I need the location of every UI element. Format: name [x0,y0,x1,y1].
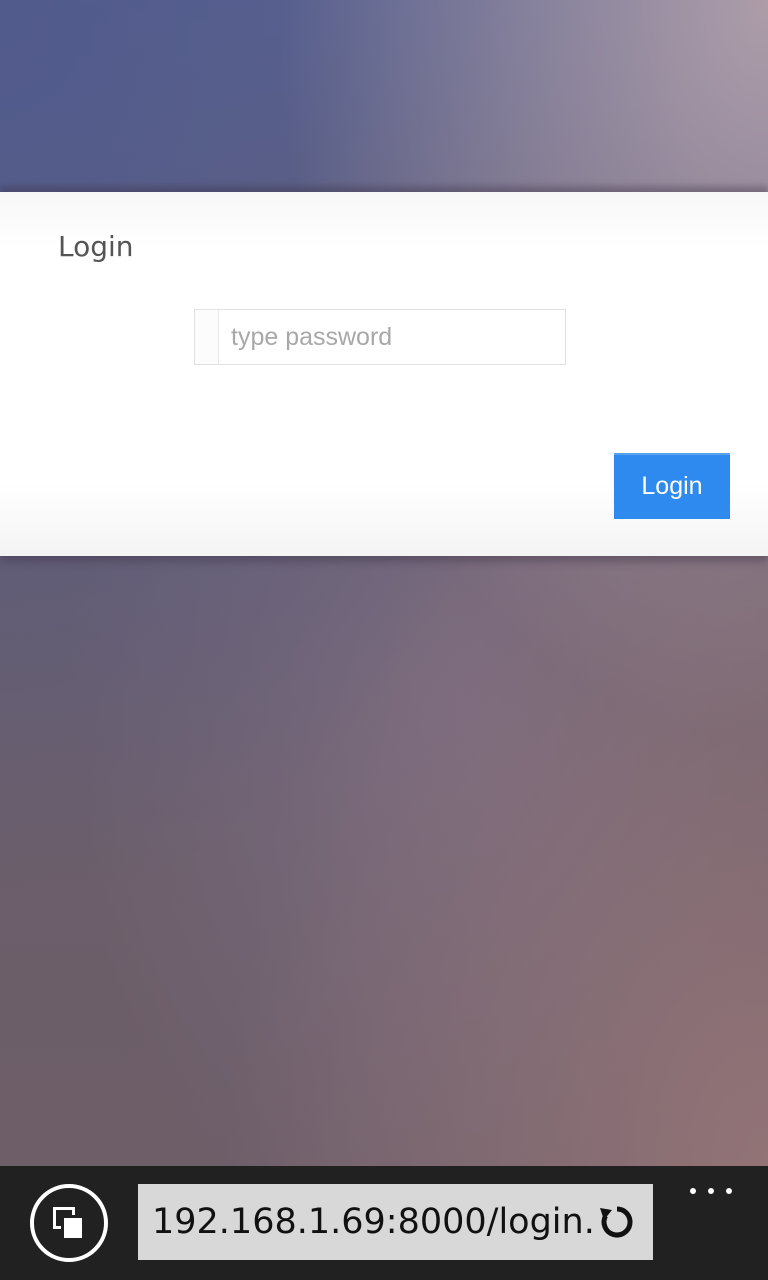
login-button[interactable]: Login [614,453,730,519]
page-background [0,0,768,1166]
browser-bar: 192.168.1.69:8000/login.h [0,1166,768,1280]
login-panel: Login Login [0,192,768,556]
address-bar[interactable]: 192.168.1.69:8000/login.h [138,1184,653,1260]
more-button[interactable] [686,1176,736,1206]
password-addon [195,310,219,364]
password-input-group [194,309,566,365]
password-input[interactable] [219,310,565,364]
tabs-button[interactable] [30,1184,108,1262]
tabs-icon [53,1207,85,1241]
more-icon [690,1188,696,1194]
address-text: 192.168.1.69:8000/login.h [152,1202,592,1242]
refresh-icon[interactable] [597,1202,637,1242]
login-title: Login [58,230,134,263]
